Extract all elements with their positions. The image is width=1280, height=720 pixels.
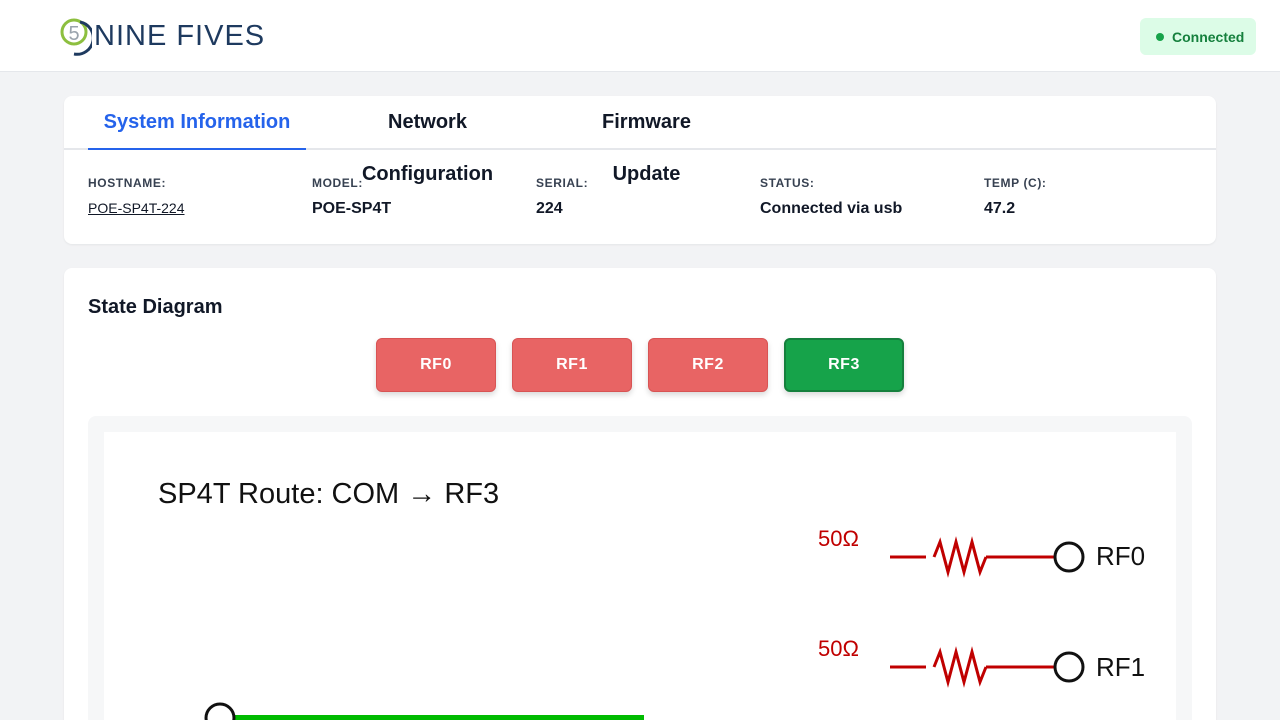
hostname-label: HOSTNAME: (88, 176, 167, 190)
tab-firmware-update[interactable]: Firmware Update (569, 96, 724, 185)
rf1-button[interactable]: RF1 (512, 338, 632, 392)
logo-mark-icon: 5 (60, 18, 92, 56)
rf1-port-label: RF1 (1096, 652, 1145, 682)
rf3-button[interactable]: RF3 (784, 338, 904, 392)
status-field: STATUS: Connected via usb (760, 176, 902, 218)
tab-bar: System Information Network Configuration… (64, 96, 1216, 185)
connection-status-label: Connected (1172, 28, 1245, 45)
status-value: Connected via usb (760, 200, 903, 217)
temperature-value: 47.2 (984, 200, 1016, 217)
section-title: State Diagram (88, 296, 223, 318)
status-dot-icon (1156, 32, 1164, 41)
logo-mark-digit: 5 (68, 23, 79, 45)
state-diagram-card: State Diagram RF0 RF1 RF2 RF3 SP4T Route… (64, 268, 1216, 720)
rf0-button[interactable]: RF0 (376, 338, 496, 392)
serial-field: SERIAL: 224 (536, 176, 588, 218)
top-bar: 5 NINE FIVES Connected (0, 0, 1280, 72)
rf0-termination-label: 50Ω (818, 526, 859, 551)
rf0-port-label: RF0 (1096, 541, 1145, 571)
hostname-field: HOSTNAME: POE-SP4T-224 (88, 176, 185, 218)
tab-network-configuration[interactable]: Network Configuration (326, 96, 529, 185)
temperature-label: TEMP (C): (984, 176, 1047, 190)
rf2-button[interactable]: RF2 (648, 338, 768, 392)
route-title: SP4T Route: COM → RF3 (158, 478, 499, 510)
system-info-card: System Information Network Configuration… (64, 96, 1216, 244)
rf0-resistor-icon (890, 536, 1054, 578)
temperature-field: TEMP (C): 47.2 (984, 176, 1047, 218)
sp4t-schematic: SP4T Route: COM → RF3 50Ω RF0 50Ω RF1 (158, 478, 1145, 720)
model-label: MODEL: (312, 176, 363, 190)
model-value: POE-SP4T (312, 200, 392, 217)
diagram-container: SP4T Route: COM → RF3 50Ω RF0 50Ω RF1 (88, 416, 1192, 720)
diagram-canvas: SP4T Route: COM → RF3 50Ω RF0 50Ω RF1 (104, 432, 1176, 720)
connection-status-badge: Connected (1140, 18, 1256, 55)
rf1-termination-label: 50Ω (818, 636, 859, 661)
com-port-node-icon (204, 702, 236, 720)
status-label: STATUS: (760, 176, 815, 190)
rf1-port-node-icon (1053, 651, 1085, 683)
serial-value: 224 (536, 200, 563, 217)
model-field: MODEL: POE-SP4T (312, 176, 391, 218)
logo-text: NINE FIVES (94, 20, 266, 52)
hostname-link[interactable]: POE-SP4T-224 (88, 199, 185, 217)
rf1-resistor-icon (890, 646, 1054, 688)
rf0-port-node-icon (1053, 541, 1085, 573)
serial-label: SERIAL: (536, 176, 589, 190)
tab-system-information[interactable]: System Information (88, 96, 306, 150)
nine-fives-logo: 5 NINE FIVES (60, 16, 265, 56)
